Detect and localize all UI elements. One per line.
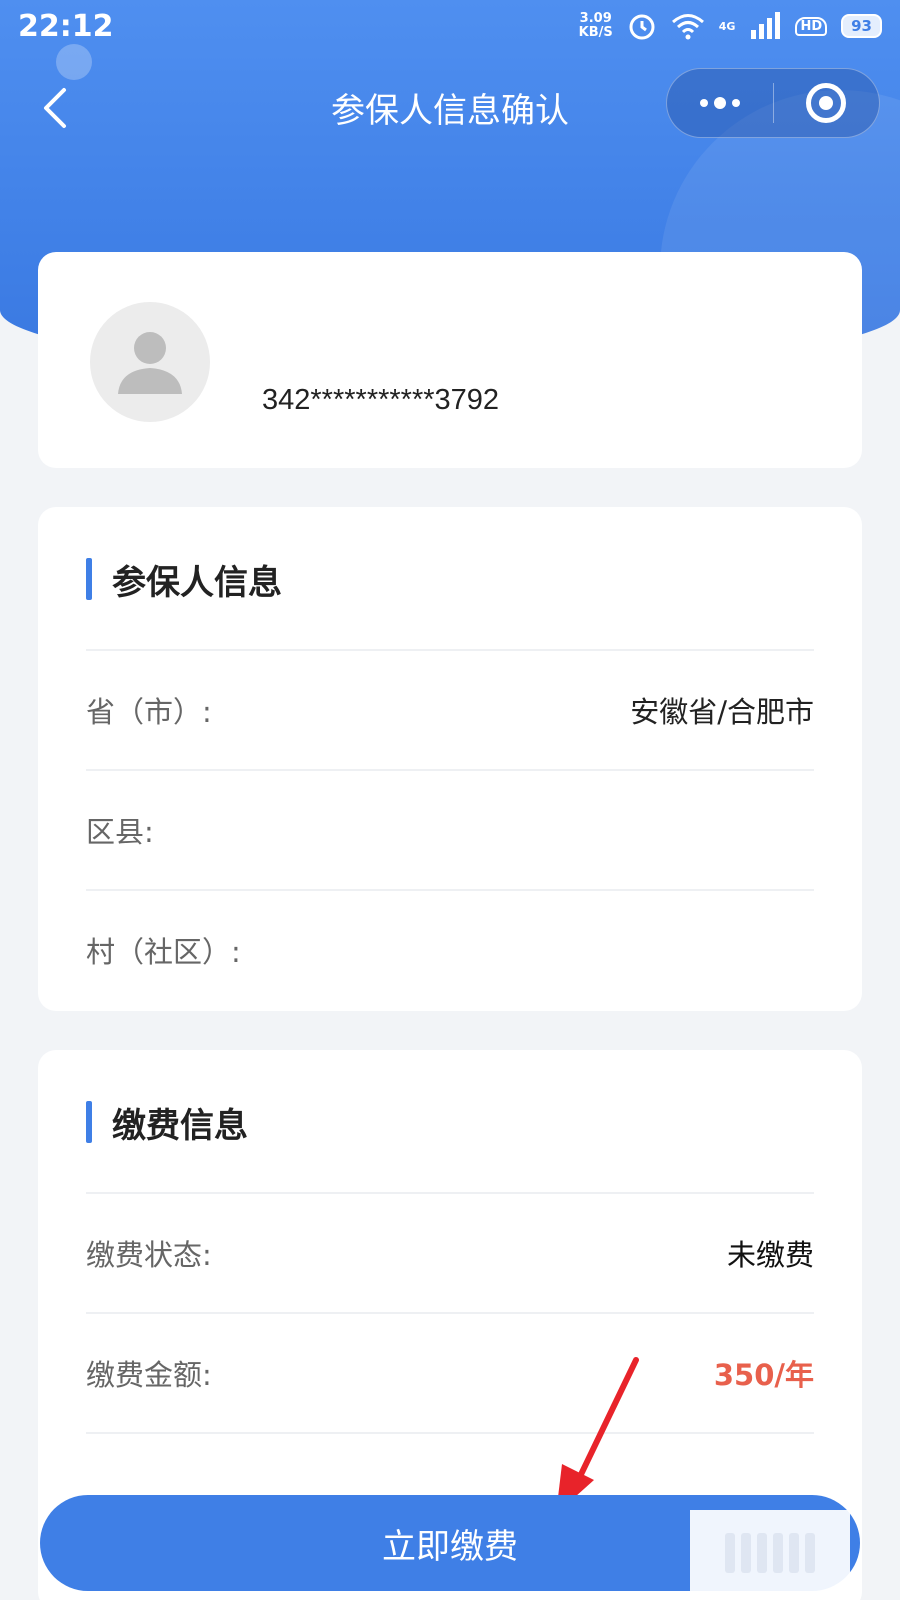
section-header: 缴费信息: [86, 1100, 248, 1146]
more-button[interactable]: [667, 69, 773, 137]
wifi-icon: [671, 14, 704, 40]
back-icon[interactable]: [36, 84, 76, 132]
section-title: 缴费信息: [112, 1105, 248, 1146]
status-time: 22:12: [18, 8, 114, 44]
row-label: 省（市）:: [86, 695, 212, 729]
status-bar: 22:12 3.09 KB/S 4G HD 93: [0, 0, 900, 52]
payment-amount-row: 缴费金额: 350/年: [86, 1312, 814, 1432]
section-title: 参保人信息: [112, 562, 282, 603]
section-accent-bar: [86, 558, 92, 600]
signal-icon: [751, 12, 781, 39]
network-speed: 3.09 KB/S: [578, 11, 613, 40]
section-header: 参保人信息: [86, 557, 282, 603]
payment-status-value: 未缴费: [726, 1238, 814, 1272]
row-value: 安徽省/合肥市: [630, 695, 814, 729]
row-label: 村（社区）:: [86, 935, 241, 969]
watermark: [690, 1510, 850, 1595]
more-dots-icon: [699, 97, 740, 109]
avatar: [90, 302, 210, 422]
alarm-icon: [629, 14, 655, 40]
target-icon: [806, 83, 847, 123]
province-row: 省（市）: 安徽省/合肥市: [86, 649, 814, 769]
watermark-bars: [725, 1532, 815, 1573]
navigation-bar: 参保人信息确认: [0, 62, 900, 152]
village-row: 村（社区）:: [86, 889, 814, 1009]
row-label: 缴费状态:: [86, 1238, 212, 1272]
profile-card: 342***********3792: [38, 252, 862, 468]
page-title: 参保人信息确认: [331, 90, 569, 131]
payment-status-row: 缴费状态: 未缴费: [86, 1192, 814, 1312]
user-placeholder-icon: [118, 332, 182, 394]
district-row: 区县:: [86, 769, 814, 889]
insured-info-card: 参保人信息 省（市）: 安徽省/合肥市 区县: 村（社区）:: [38, 507, 862, 1011]
row-label: 区县:: [86, 815, 154, 849]
payment-amount-value: 350/年: [713, 1358, 814, 1392]
row-label: 缴费金额:: [86, 1358, 212, 1392]
hd-badge: HD: [795, 16, 828, 36]
id-number: 342***********3792: [262, 384, 500, 416]
status-icons: 3.09 KB/S 4G HD 93: [579, 11, 882, 41]
section-accent-bar: [86, 1101, 92, 1143]
close-miniprogram-button[interactable]: [774, 69, 880, 137]
battery-indicator: 93: [841, 14, 882, 38]
network-type: 4G: [718, 19, 736, 33]
miniprogram-capsule: [666, 68, 880, 138]
